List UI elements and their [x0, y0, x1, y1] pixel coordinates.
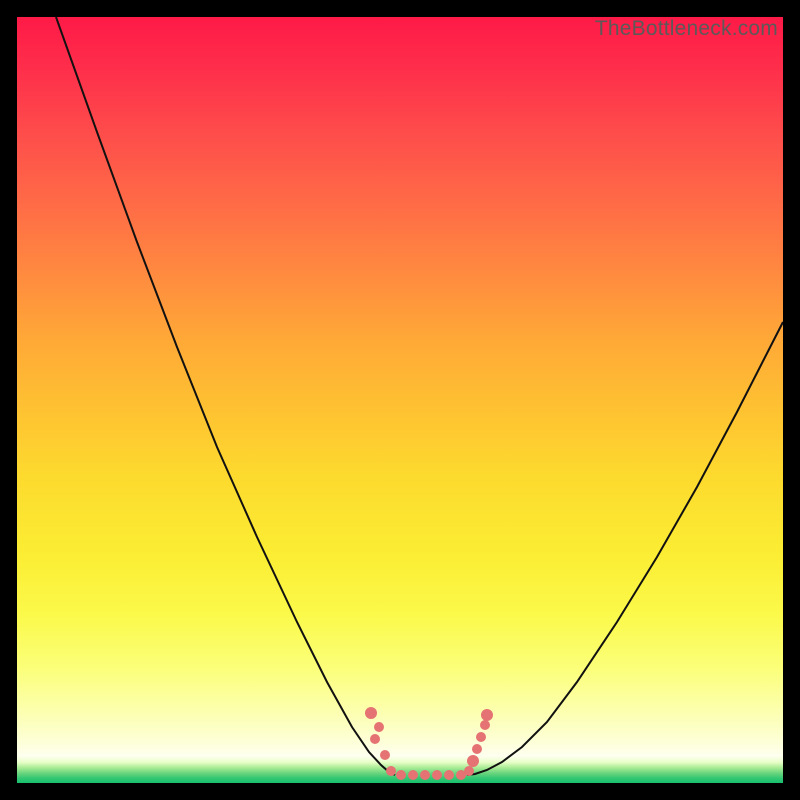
- data-marker: [467, 755, 479, 767]
- data-marker: [396, 770, 406, 780]
- data-marker: [386, 766, 396, 776]
- data-marker: [476, 732, 486, 742]
- data-marker: [370, 734, 380, 744]
- data-marker: [481, 709, 493, 721]
- data-marker: [432, 770, 442, 780]
- right-curve: [467, 322, 783, 775]
- curve-layer: [17, 17, 783, 783]
- data-marker: [464, 766, 474, 776]
- chart-frame: TheBottleneck.com: [0, 0, 800, 800]
- data-marker: [480, 720, 490, 730]
- data-marker: [408, 770, 418, 780]
- data-marker: [374, 722, 384, 732]
- data-marker: [472, 744, 482, 754]
- data-marker: [365, 707, 377, 719]
- data-marker: [380, 750, 390, 760]
- data-marker: [444, 770, 454, 780]
- data-marker: [420, 770, 430, 780]
- plot-area: TheBottleneck.com: [17, 17, 783, 783]
- left-curve: [56, 17, 395, 775]
